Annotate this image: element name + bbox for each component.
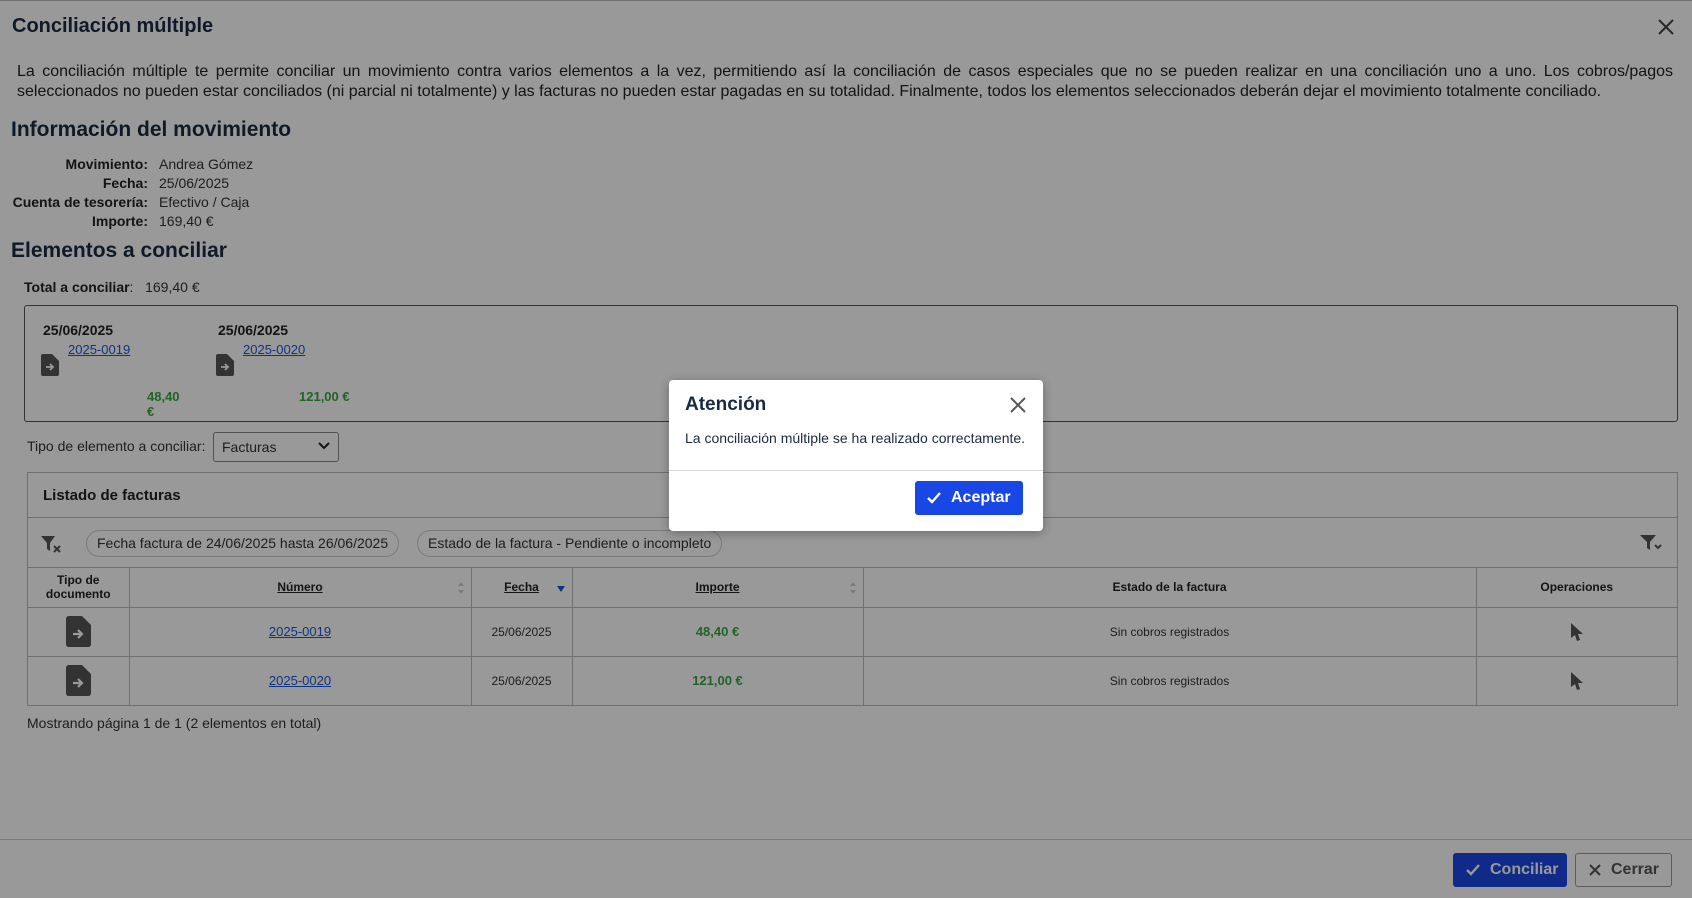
accept-button[interactable]: Aceptar — [915, 481, 1023, 515]
alert-message: La conciliación múltiple se ha realizado… — [685, 430, 1026, 446]
divider — [669, 470, 1043, 471]
alert-title: Atención — [685, 394, 767, 415]
accept-label: Aceptar — [951, 489, 1011, 506]
check-icon — [927, 492, 941, 504]
close-icon[interactable] — [1009, 396, 1027, 414]
alert-modal: Atención La conciliación múltiple se ha … — [669, 380, 1043, 531]
